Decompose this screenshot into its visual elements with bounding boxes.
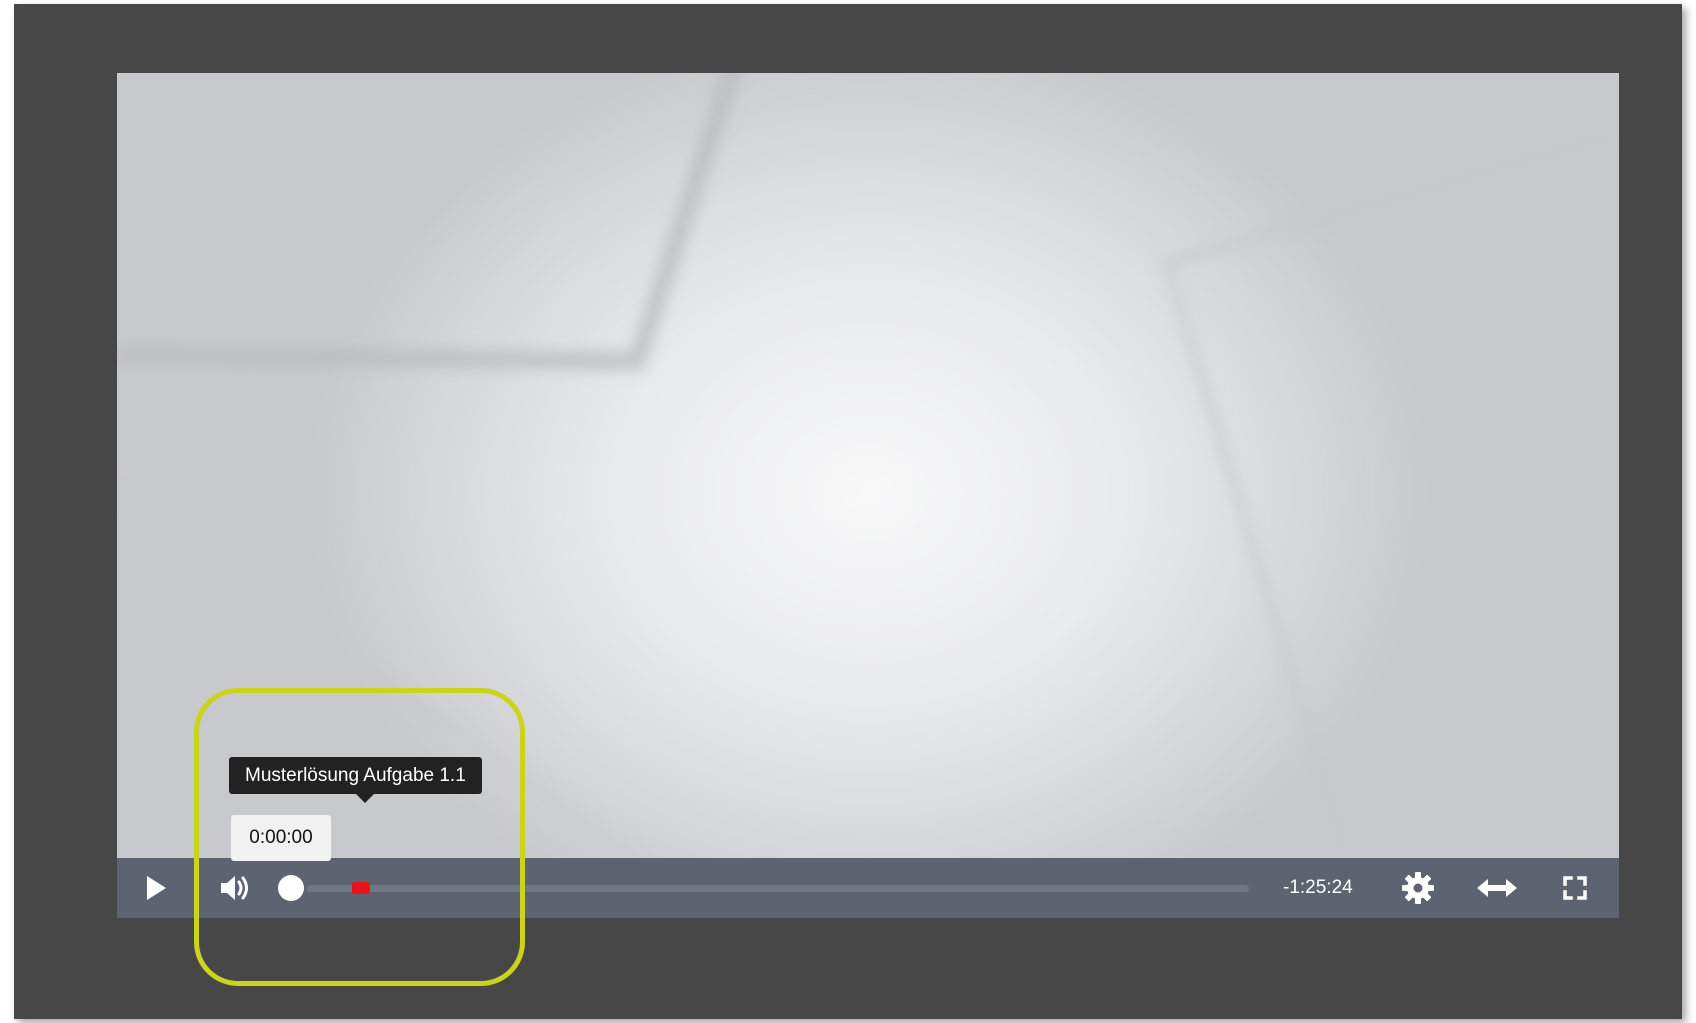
- settings-button[interactable]: [1399, 870, 1437, 906]
- volume-button[interactable]: [217, 871, 255, 905]
- hover-time-tooltip: 0:00:00: [231, 815, 331, 861]
- play-button[interactable]: [139, 871, 173, 905]
- double-arrow-icon: [1477, 879, 1517, 897]
- time-remaining: -1:25:24: [1283, 877, 1353, 898]
- chapter-tooltip: Musterlösung Aufgabe 1.1: [229, 757, 482, 803]
- gear-icon: [1402, 872, 1434, 904]
- volume-icon: [221, 876, 248, 900]
- volume-slider-handle[interactable]: [278, 875, 304, 901]
- fullscreen-icon: [1563, 876, 1587, 900]
- video-display[interactable]: [117, 73, 1619, 858]
- chapter-tooltip-arrow: [356, 794, 374, 803]
- chapter-marker[interactable]: [352, 882, 370, 894]
- chapter-tooltip-label: Musterlösung Aufgabe 1.1: [245, 765, 466, 786]
- wide-mode-button[interactable]: [1476, 870, 1518, 906]
- progress-bar[interactable]: [307, 885, 1249, 892]
- fullscreen-button[interactable]: [1557, 870, 1593, 906]
- play-icon: [147, 876, 166, 900]
- control-bar: -1:25:24: [117, 858, 1619, 918]
- video-background-graphic: [117, 73, 1619, 858]
